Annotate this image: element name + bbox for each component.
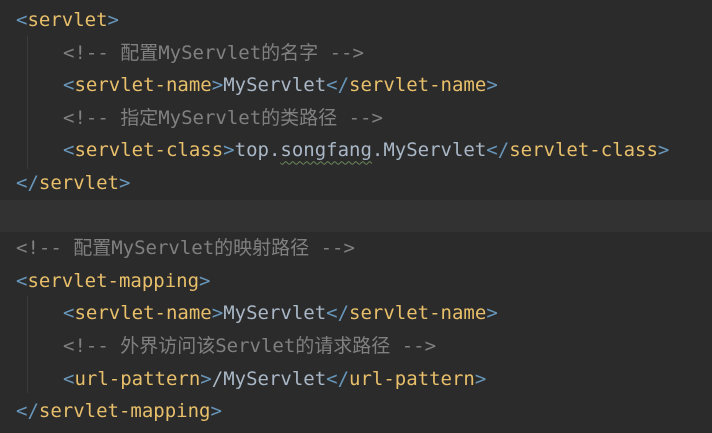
tag-open-bracket: </: [326, 302, 350, 325]
code-line[interactable]: <servlet-class>top.songfang.MyServlet</s…: [0, 134, 712, 166]
tag-name: servlet-name: [349, 302, 487, 325]
xml-comment: <!-- 配置MyServlet的映射路径 -->: [16, 237, 355, 260]
code-line[interactable]: </servlet-mapping>: [0, 395, 712, 427]
spelling-warning: songfang: [280, 139, 372, 162]
code-line-content: <servlet-mapping>: [16, 265, 211, 297]
xml-comment: <!-- 外界访问该Servlet的请求路径 -->: [63, 335, 437, 357]
tag-close-bracket: >: [211, 74, 224, 97]
element-value: MyServlet: [223, 74, 327, 97]
tag-name: url-pattern: [349, 367, 475, 390]
code-line-content: <!-- 指定MyServlet的类路径 -->: [16, 102, 383, 134]
code-line[interactable]: <servlet-mapping>: [0, 265, 712, 297]
xml-comment: <!-- 指定MyServlet的类路径 -->: [63, 106, 383, 129]
code-line-content: <!-- 配置MyServlet的名字 -->: [16, 37, 364, 69]
code-line[interactable]: <!-- 配置MyServlet的映射路径 -->: [0, 232, 712, 264]
tag-open-bracket: <: [63, 74, 75, 97]
tag-open-bracket: </: [16, 172, 39, 194]
tag-open-bracket: </: [326, 367, 350, 390]
tag-close-bracket: >: [118, 172, 131, 194]
code-line-content: </servlet>: [16, 167, 130, 199]
code-line[interactable]: <!-- 外界访问该Servlet的请求路径 -->: [0, 330, 712, 362]
element-value: MyServlet: [223, 302, 327, 325]
tag-open-bracket: <: [63, 139, 75, 162]
xml-comment: <!-- 配置MyServlet的名字 -->: [63, 41, 364, 64]
code-line[interactable]: <url-pattern>/MyServlet</url-pattern>: [0, 363, 712, 395]
tag-name: url-pattern: [74, 367, 201, 390]
tag-open-bracket: <: [16, 269, 28, 292]
tag-name: servlet-name: [349, 74, 487, 97]
code-line-content: <url-pattern>/MyServlet</url-pattern>: [16, 363, 486, 395]
tag-name: servlet-mapping: [38, 400, 211, 423]
element-value: /MyServlet: [211, 367, 327, 390]
code-line-content: <!-- 配置MyServlet的映射路径 -->: [16, 232, 355, 264]
tag-close-bracket: >: [486, 74, 498, 97]
tag-name: servlet: [38, 172, 119, 194]
code-line[interactable]: <servlet-name>MyServlet</servlet-name>: [0, 69, 712, 101]
code-editor[interactable]: <servlet> <!-- 配置MyServlet的名字 --> <servlet…: [0, 0, 712, 433]
tag-name: servlet-class: [74, 139, 224, 162]
element-value: .MyServlet: [371, 139, 487, 162]
tag-open-bracket: <: [16, 9, 28, 31]
tag-close-bracket: >: [657, 139, 670, 162]
code-line[interactable]: <!-- 指定MyServlet的类路径 -->: [0, 102, 712, 134]
code-line[interactable]: <!-- 配置MyServlet的名字 -->: [0, 37, 712, 69]
tag-close-bracket: >: [223, 139, 235, 162]
code-line-content: <servlet-class>top.songfang.MyServlet</s…: [16, 134, 669, 166]
tag-name: servlet-class: [509, 139, 658, 162]
tag-name: servlet-name: [74, 74, 212, 97]
tag-open-bracket: <: [63, 367, 75, 390]
tag-close-bracket: >: [211, 302, 224, 325]
code-line[interactable]: <servlet>: [0, 4, 712, 36]
code-line-content: <servlet-name>MyServlet</servlet-name>: [16, 297, 498, 329]
element-value: top.: [234, 139, 281, 162]
code-line-content: </servlet-mapping>: [16, 395, 222, 427]
tag-open-bracket: </: [486, 139, 510, 162]
tag-close-bracket: >: [486, 302, 498, 325]
tag-close-bracket: >: [199, 269, 211, 292]
tag-open-bracket: <: [63, 302, 75, 325]
tag-close-bracket: >: [210, 400, 222, 423]
tag-close-bracket: >: [474, 367, 487, 390]
tag-close-bracket: >: [200, 367, 212, 390]
code-line[interactable]: [0, 199, 712, 232]
tag-open-bracket: </: [16, 400, 39, 423]
code-line-content: <!-- 外界访问该Servlet的请求路径 -->: [16, 330, 436, 362]
tag-name: servlet-name: [74, 302, 212, 325]
code-line-content: <servlet>: [16, 4, 119, 36]
tag-close-bracket: >: [107, 9, 119, 31]
code-line-content: <servlet-name>MyServlet</servlet-name>: [16, 69, 498, 101]
code-line[interactable]: </servlet>: [0, 167, 712, 199]
tag-name: servlet-mapping: [27, 269, 200, 292]
code-line[interactable]: <servlet-name>MyServlet</servlet-name>: [0, 297, 712, 329]
tag-open-bracket: </: [326, 74, 350, 97]
tag-name: servlet: [27, 9, 108, 31]
